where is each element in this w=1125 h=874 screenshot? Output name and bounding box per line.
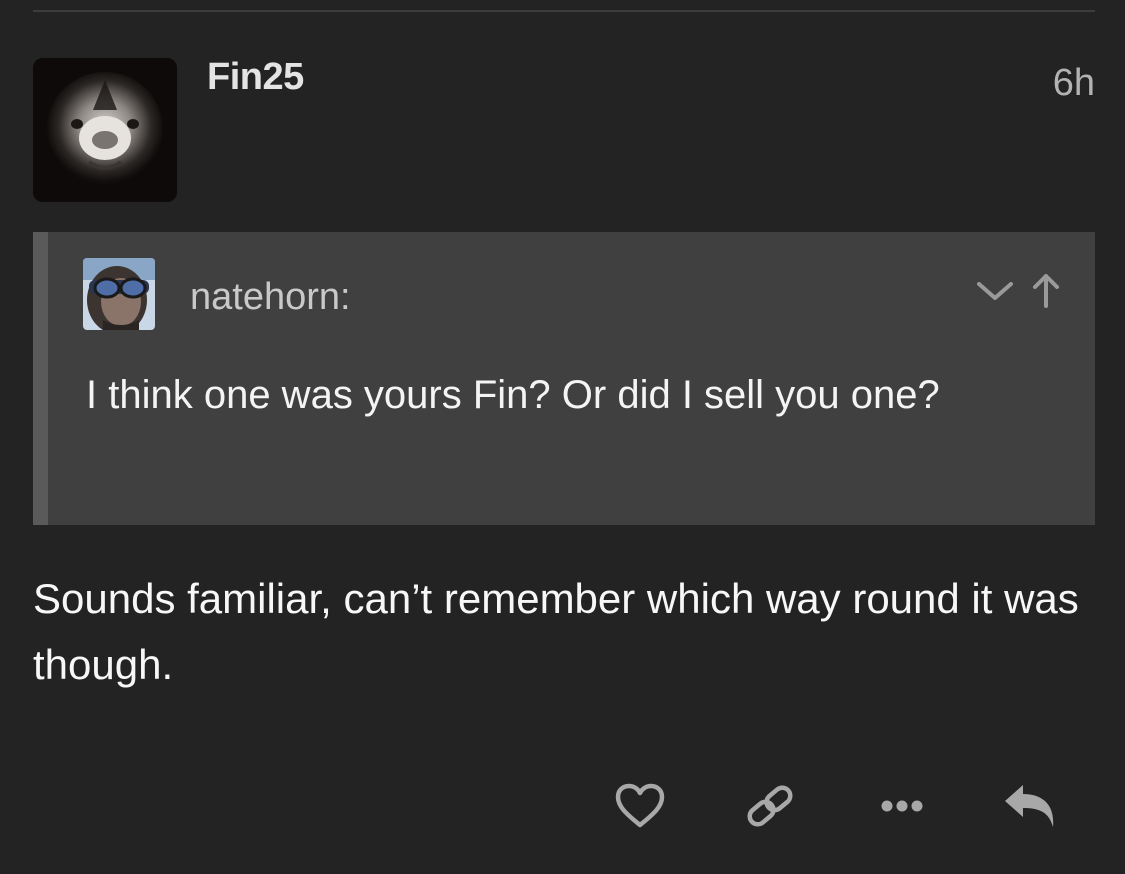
quote-text: I think one was yours Fin? Or did I sell… [86,373,940,417]
person-with-glasses-icon [83,258,155,330]
quote-block: natehorn: I think one was yours Fin? Or … [33,232,1095,525]
more-button[interactable] [872,778,932,834]
reply-button[interactable] [1000,778,1060,834]
link-icon [747,785,793,827]
more-icon [881,800,923,812]
reply-icon [1005,785,1054,827]
post-action-bar [0,778,1125,834]
top-divider [33,10,1095,12]
quote-author-name[interactable]: natehorn: [190,276,351,319]
dog-face-icon [33,58,177,202]
username[interactable]: Fin25 [207,56,304,99]
heart-icon [615,783,665,828]
post-body: Sounds familiar, can’t remember which wa… [33,575,1079,688]
quote-author-avatar[interactable] [83,258,155,330]
arrow-up-icon[interactable] [1031,270,1061,310]
post-timestamp: 6h [1052,62,1095,104]
like-button[interactable] [610,778,670,834]
quote-actions [973,270,1061,310]
chevron-down-icon[interactable] [973,276,1017,304]
user-avatar[interactable] [33,58,177,202]
copy-link-button[interactable] [740,778,800,834]
